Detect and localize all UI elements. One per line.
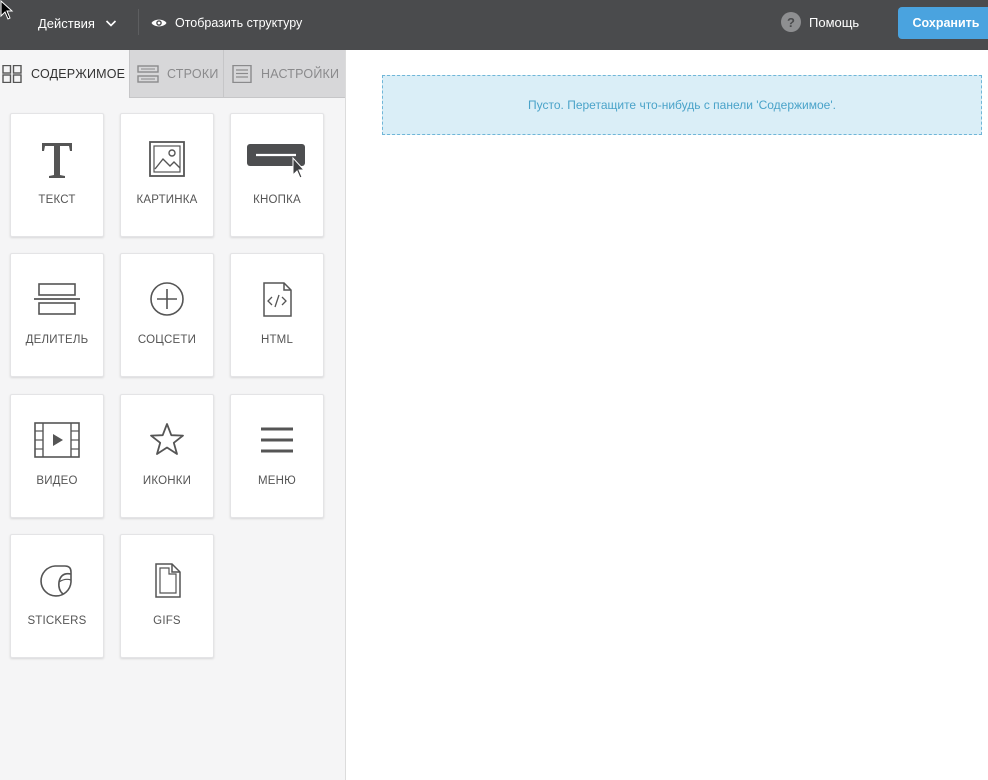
block-html[interactable]: HTML: [230, 253, 324, 377]
tab-settings[interactable]: НАСТРОЙКИ: [223, 50, 345, 98]
block-label: ИКОНКИ: [142, 475, 192, 487]
block-icons[interactable]: ИКОНКИ: [120, 394, 214, 518]
show-structure-toggle[interactable]: Отобразить структуру: [151, 13, 302, 33]
block-social[interactable]: СОЦСЕТИ: [120, 253, 214, 377]
sidebar-tabs: СОДЕРЖИМОЕ СТРОКИ НАСТРОЙКИ: [0, 50, 345, 98]
top-toolbar: Действия Отобразить структуру ? Помощь С…: [0, 0, 988, 50]
show-structure-label: Отобразить структуру: [175, 16, 303, 30]
tab-rows[interactable]: СТРОКИ: [129, 50, 223, 98]
tab-content[interactable]: СОДЕРЖИМОЕ: [0, 50, 129, 98]
actions-menu-button[interactable]: Действия: [38, 13, 117, 33]
block-label: СОЦСЕТИ: [137, 334, 197, 346]
block-label: ВИДЕО: [36, 475, 78, 487]
help-button[interactable]: ? Помощь: [781, 12, 859, 32]
button-icon: [247, 144, 306, 179]
grid-icon: [2, 65, 22, 83]
empty-drop-zone[interactable]: Пусто. Перетащите что-нибудь с панели 'С…: [382, 75, 982, 135]
menu-icon: [261, 427, 293, 453]
block-menu[interactable]: МЕНЮ: [230, 394, 324, 518]
tab-settings-label: НАСТРОЙКИ: [261, 66, 340, 81]
tab-content-label: СОДЕРЖИМОЕ: [31, 67, 126, 81]
block-divider[interactable]: ДЕЛИТЕЛЬ: [10, 253, 104, 377]
actions-label: Действия: [38, 15, 95, 31]
block-text[interactable]: ТЕКСТ: [10, 113, 104, 237]
help-icon: ?: [781, 12, 801, 32]
editor-canvas: Пусто. Перетащите что-нибудь с панели 'С…: [346, 50, 988, 780]
settings-panel-icon: [232, 64, 252, 83]
help-label: Помощь: [809, 14, 860, 30]
content-sidebar: СОДЕРЖИМОЕ СТРОКИ НАСТРОЙКИ ТЕКСТ КАРТИН…: [0, 50, 346, 780]
sticker-icon: [40, 565, 72, 597]
block-image[interactable]: КАРТИНКА: [120, 113, 214, 237]
block-gifs[interactable]: GIFS: [120, 534, 214, 658]
chevron-down-icon: [105, 20, 117, 27]
block-label: GIFS: [153, 615, 181, 627]
block-label: КНОПКА: [253, 194, 301, 206]
video-icon: [34, 422, 80, 458]
block-label: ДЕЛИТЕЛЬ: [25, 334, 89, 346]
eye-icon: [151, 19, 167, 27]
block-label: HTML: [260, 334, 294, 346]
block-label: КАРТИНКА: [136, 194, 198, 206]
toolbar-divider: [138, 9, 139, 35]
block-label: ТЕКСТ: [38, 194, 76, 206]
social-icon: [150, 282, 184, 316]
block-label: STICKERS: [27, 615, 87, 627]
block-stickers[interactable]: STICKERS: [10, 534, 104, 658]
mouse-cursor-icon: [0, 0, 14, 20]
star-icon: [150, 423, 184, 455]
block-video[interactable]: ВИДЕО: [10, 394, 104, 518]
save-button[interactable]: Сохранить: [898, 7, 988, 39]
divider-icon: [34, 283, 80, 315]
block-button[interactable]: КНОПКА: [230, 113, 324, 237]
block-label: МЕНЮ: [258, 475, 296, 487]
html-icon: [263, 282, 292, 317]
image-icon: [149, 141, 185, 177]
gif-file-icon: [155, 563, 181, 598]
text-icon: [42, 143, 72, 178]
empty-message: Пусто. Перетащите что-нибудь с панели 'С…: [528, 98, 836, 112]
tab-rows-label: СТРОКИ: [167, 66, 219, 81]
rows-icon: [137, 64, 159, 83]
